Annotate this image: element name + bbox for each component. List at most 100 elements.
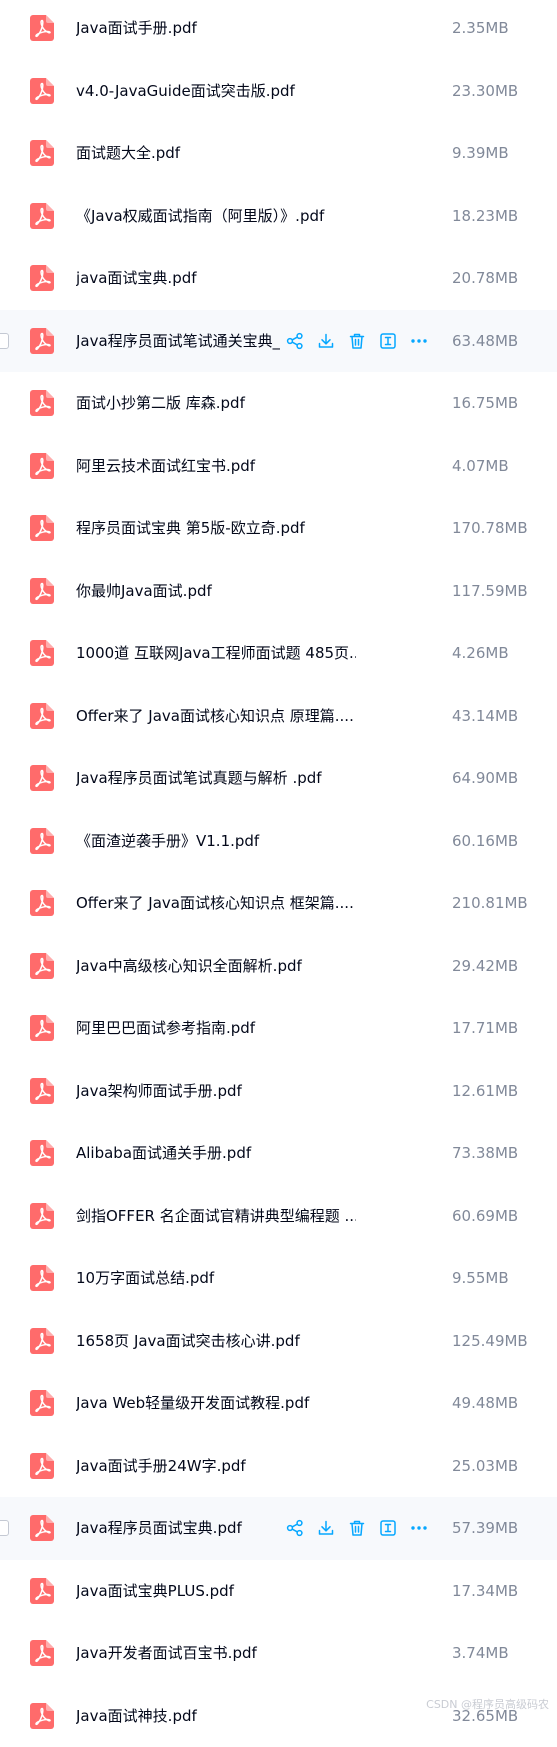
file-row[interactable]: Java程序员面试笔试通关宝典_ 63.48MB xyxy=(0,310,557,373)
pdf-file-icon xyxy=(30,1328,54,1354)
file-row[interactable]: 1000道 互联网Java工程师面试题 485页... 4.26MB xyxy=(0,622,557,685)
file-size: 60.69MB xyxy=(452,1206,518,1226)
pdf-file-icon xyxy=(30,828,54,854)
file-name[interactable]: java面试宝典.pdf xyxy=(76,268,356,288)
file-name[interactable]: Java程序员面试笔试通关宝典_ xyxy=(76,331,280,351)
file-name[interactable]: 阿里云技术面试红宝书.pdf xyxy=(76,456,356,476)
file-row[interactable]: 《面渣逆袭手册》V1.1.pdf60.16MB xyxy=(0,810,557,873)
file-name[interactable]: Java开发者面试百宝书.pdf xyxy=(76,1643,356,1663)
pdf-file-icon xyxy=(30,140,54,166)
delete-button[interactable] xyxy=(348,1519,366,1537)
file-name[interactable]: 《Java权威面试指南（阿里版）》.pdf xyxy=(76,206,356,226)
file-row[interactable]: 剑指OFFER 名企面试官精讲典型编程题 ... 60.69MB xyxy=(0,1185,557,1248)
file-row[interactable]: Alibaba面试通关手册.pdf 73.38MB xyxy=(0,1122,557,1185)
row-actions xyxy=(286,332,436,350)
file-name[interactable]: 你最帅Java面试.pdf xyxy=(76,581,356,601)
file-size: 125.49MB xyxy=(452,1331,528,1351)
file-name[interactable]: 面试题大全.pdf xyxy=(76,143,356,163)
file-row[interactable]: Java面试手册24W字.pdf25.03MB xyxy=(0,1435,557,1498)
file-row[interactable]: Java开发者面试百宝书.pdf 3.74MB xyxy=(0,1622,557,1685)
file-name[interactable]: 程序员面试宝典 第5版-欧立奇.pdf xyxy=(76,518,356,538)
file-name[interactable]: Offer来了 Java面试核心知识点 框架篇.... xyxy=(76,893,356,913)
row-checkbox[interactable] xyxy=(0,333,9,349)
file-size: 9.55MB xyxy=(452,1268,509,1288)
file-name[interactable]: 面试小抄第二版 库森.pdf xyxy=(76,393,356,413)
rename-button[interactable] xyxy=(379,332,397,350)
file-size: 73.38MB xyxy=(452,1143,518,1163)
delete-icon xyxy=(348,1519,366,1537)
file-row[interactable]: Java架构师面试手册.pdf 12.61MB xyxy=(0,1060,557,1123)
file-name[interactable]: 剑指OFFER 名企面试官精讲典型编程题 ... xyxy=(76,1206,356,1226)
row-checkbox[interactable] xyxy=(0,1520,9,1536)
more-button[interactable] xyxy=(410,332,428,350)
file-name[interactable]: Java面试手册24W字.pdf xyxy=(76,1456,356,1476)
delete-button[interactable] xyxy=(348,332,366,350)
delete-icon xyxy=(348,332,366,350)
pdf-file-icon xyxy=(30,1078,54,1104)
download-button[interactable] xyxy=(317,1519,335,1537)
share-icon xyxy=(286,1519,304,1537)
file-size: 49.48MB xyxy=(452,1393,518,1413)
share-button[interactable] xyxy=(286,332,304,350)
file-row[interactable]: Offer来了 Java面试核心知识点 框架篇....210.81MB xyxy=(0,872,557,935)
file-name[interactable]: 10万字面试总结.pdf xyxy=(76,1268,356,1288)
file-size: 16.75MB xyxy=(452,393,518,413)
file-size: 3.74MB xyxy=(452,1643,509,1663)
pdf-file-icon xyxy=(30,453,54,479)
pdf-file-icon xyxy=(30,390,54,416)
file-row[interactable]: 你最帅Java面试.pdf117.59MB xyxy=(0,560,557,623)
file-row[interactable]: 《Java权威面试指南（阿里版）》.pdf 18.23MB xyxy=(0,185,557,248)
pdf-file-icon xyxy=(30,515,54,541)
file-row[interactable]: 程序员面试宝典 第5版-欧立奇.pdf 170.78MB xyxy=(0,497,557,560)
watermark: CSDN @程序员高级码农 xyxy=(426,1698,549,1712)
file-size: 18.23MB xyxy=(452,206,518,226)
file-size: 63.48MB xyxy=(452,331,518,351)
download-icon xyxy=(317,332,335,350)
download-button[interactable] xyxy=(317,332,335,350)
file-size: 4.26MB xyxy=(452,643,509,663)
file-size: 12.61MB xyxy=(452,1081,518,1101)
rename-button[interactable] xyxy=(379,1519,397,1537)
file-name[interactable]: Java中高级核心知识全面解析.pdf xyxy=(76,956,356,976)
file-size: 20.78MB xyxy=(452,268,518,288)
file-name[interactable]: 阿里巴巴面试参考指南.pdf xyxy=(76,1018,356,1038)
file-list: Java面试手册.pdf2.35MBv4.0-JavaGuide面试突击版.pd… xyxy=(0,0,557,1716)
file-name[interactable]: 1000道 互联网Java工程师面试题 485页... xyxy=(76,643,356,663)
file-name[interactable]: 《面渣逆袭手册》V1.1.pdf xyxy=(76,831,356,851)
file-row[interactable]: Java面试手册.pdf2.35MB xyxy=(0,0,557,60)
file-size: 64.90MB xyxy=(452,768,518,788)
file-name[interactable]: 1658页 Java面试突击核心讲.pdf xyxy=(76,1331,356,1351)
file-name[interactable]: Java架构师面试手册.pdf xyxy=(76,1081,356,1101)
file-row[interactable]: Java中高级核心知识全面解析.pdf29.42MB xyxy=(0,935,557,998)
file-name[interactable]: Java面试手册.pdf xyxy=(76,18,356,38)
more-button[interactable] xyxy=(410,1519,428,1537)
file-row[interactable]: Java面试宝典PLUS.pdf17.34MB xyxy=(0,1560,557,1623)
pdf-file-icon xyxy=(30,1640,54,1666)
file-name[interactable]: Alibaba面试通关手册.pdf xyxy=(76,1143,356,1163)
pdf-file-icon xyxy=(30,265,54,291)
file-row[interactable]: java面试宝典.pdf 20.78MB xyxy=(0,247,557,310)
file-row[interactable]: Java Web轻量级开发面试教程.pdf 49.48MB xyxy=(0,1372,557,1435)
file-row[interactable]: Offer来了 Java面试核心知识点 原理篇....43.14MB xyxy=(0,685,557,748)
file-row[interactable]: 阿里巴巴面试参考指南.pdf17.71MB xyxy=(0,997,557,1060)
file-row[interactable]: Java程序员面试宝典.pdf57.39MB xyxy=(0,1497,557,1560)
file-row[interactable]: v4.0-JavaGuide面试突击版.pdf23.30MB xyxy=(0,60,557,123)
file-name[interactable]: Java程序员面试笔试真题与解析 .pdf xyxy=(76,768,356,788)
file-row[interactable]: 面试小抄第二版 库森.pdf 16.75MB xyxy=(0,372,557,435)
share-button[interactable] xyxy=(286,1519,304,1537)
file-row[interactable]: 阿里云技术面试红宝书.pdf4.07MB xyxy=(0,435,557,498)
file-name[interactable]: Offer来了 Java面试核心知识点 原理篇.... xyxy=(76,706,356,726)
file-name[interactable]: Java程序员面试宝典.pdf xyxy=(76,1518,280,1538)
file-row[interactable]: 面试题大全.pdf 9.39MB xyxy=(0,122,557,185)
file-row[interactable]: Java程序员面试笔试真题与解析 .pdf 64.90MB xyxy=(0,747,557,810)
file-size: 9.39MB xyxy=(452,143,509,163)
file-name[interactable]: Java面试宝典PLUS.pdf xyxy=(76,1581,356,1601)
file-name[interactable]: v4.0-JavaGuide面试突击版.pdf xyxy=(76,81,356,101)
file-size: 170.78MB xyxy=(452,518,528,538)
pdf-file-icon xyxy=(30,1578,54,1604)
pdf-file-icon xyxy=(30,203,54,229)
file-row[interactable]: 1658页 Java面试突击核心讲.pdf 125.49MB xyxy=(0,1310,557,1373)
file-name[interactable]: Java Web轻量级开发面试教程.pdf xyxy=(76,1393,356,1413)
more-icon xyxy=(410,1519,428,1537)
file-row[interactable]: 10万字面试总结.pdf 9.55MB xyxy=(0,1247,557,1310)
